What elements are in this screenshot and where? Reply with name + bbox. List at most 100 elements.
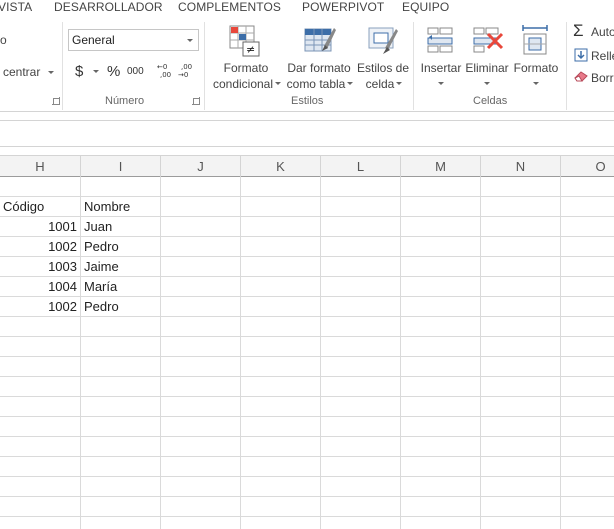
grid-line: [0, 336, 614, 337]
group-separator: [566, 22, 567, 110]
column-header-n[interactable]: N: [481, 156, 561, 177]
chevron-down-icon: [438, 82, 444, 85]
delete-cells-icon[interactable]: [472, 26, 504, 54]
currency-format-button[interactable]: $: [75, 63, 83, 80]
cell-styles-button[interactable]: Estilos de celda: [356, 60, 410, 92]
column-header-m[interactable]: M: [401, 156, 481, 177]
delete-cells-button[interactable]: Eliminar: [463, 60, 511, 92]
grid-line: [0, 376, 614, 377]
clear-label[interactable]: Borr: [591, 71, 614, 85]
number-group-label: Número: [105, 95, 145, 107]
cells-group-label: Celdas: [473, 95, 508, 107]
worksheet-grid: H I J K L M N O Código Nombre 1001 Juan …: [0, 155, 614, 529]
group-separator: [413, 22, 414, 110]
column-header-h[interactable]: H: [0, 156, 81, 177]
group-separator: [204, 22, 205, 110]
svg-text:,00: ,00: [181, 63, 192, 71]
format-cells-icon[interactable]: [519, 24, 551, 56]
thousands-separator-button[interactable]: 000: [127, 66, 144, 77]
cell-nombre[interactable]: María: [81, 277, 160, 297]
cell-nombre[interactable]: Jaime: [81, 257, 160, 277]
insert-cells-button[interactable]: Insertar: [418, 60, 464, 92]
column-header-j[interactable]: J: [161, 156, 241, 177]
grid-line: [0, 396, 614, 397]
format-cells-label: Formato: [513, 61, 559, 75]
group-separator: [62, 22, 63, 110]
percent-format-button[interactable]: %: [107, 63, 120, 80]
tab-desarrollador[interactable]: DESARROLLADOR: [54, 0, 163, 14]
conditional-format-icon[interactable]: ≠: [229, 24, 261, 58]
chevron-down-icon: [275, 82, 282, 85]
currency-dropdown-icon[interactable]: [93, 70, 99, 73]
grid-line: [0, 416, 614, 417]
cell-h-header[interactable]: Código: [0, 197, 80, 217]
tab-complementos[interactable]: COMPLEMENTOS: [178, 0, 281, 14]
cell-styles-label-1: Estilos de: [356, 61, 410, 75]
alignment-launcher-icon[interactable]: [52, 97, 60, 105]
cell-i-header[interactable]: Nombre: [81, 197, 160, 217]
cell-codigo[interactable]: 1003: [0, 257, 80, 277]
number-launcher-icon[interactable]: [192, 97, 200, 105]
chevron-down-icon: [533, 82, 539, 85]
column-header-i[interactable]: I: [81, 156, 161, 177]
styles-group-label: Estilos: [291, 95, 324, 107]
cell-codigo[interactable]: 1001: [0, 217, 80, 237]
column-header-l[interactable]: L: [321, 156, 401, 177]
table-format-icon[interactable]: [304, 24, 336, 58]
column-header-o[interactable]: O: [561, 156, 614, 177]
ribbon: o centrar General $ % 000 ←0 ,00 ,00 →0 …: [0, 16, 614, 112]
cell-codigo[interactable]: 1004: [0, 277, 80, 297]
fill-down-icon[interactable]: [574, 48, 588, 62]
table-format-label-2: como tabla: [286, 77, 346, 91]
svg-text:≠: ≠: [246, 43, 255, 56]
tab-equipo[interactable]: EQUIPO: [402, 0, 449, 14]
grid-line: [0, 496, 614, 497]
format-cells-button[interactable]: Formato: [511, 60, 561, 92]
cell-nombre[interactable]: Juan: [81, 217, 160, 237]
cell-codigo[interactable]: 1002: [0, 297, 80, 317]
cell-nombre[interactable]: Pedro: [81, 297, 160, 317]
grid-line: [0, 456, 614, 457]
autosum-label[interactable]: Auto: [591, 25, 614, 39]
cell-styles-icon[interactable]: [367, 24, 399, 58]
svg-text:←0: ←0: [157, 63, 167, 71]
grid-line: [0, 516, 614, 517]
grid-line: [0, 476, 614, 477]
svg-text:,00: ,00: [160, 71, 171, 78]
decrease-decimal-icon[interactable]: ,00 →0: [178, 62, 196, 78]
column-header-row: H I J K L M N O: [0, 155, 614, 177]
merge-center-label[interactable]: centrar: [3, 65, 40, 79]
conditional-format-label-1: Formato: [223, 61, 269, 75]
insert-cells-icon[interactable]: [426, 26, 456, 54]
conditional-format-label-2: condicional: [212, 77, 274, 91]
conditional-format-button[interactable]: Formato condicional: [210, 60, 282, 92]
eraser-icon[interactable]: [574, 70, 589, 82]
fill-label[interactable]: Relle: [591, 49, 614, 63]
grid-line: [0, 356, 614, 357]
chevron-down-icon: [187, 39, 193, 42]
svg-text:→0: →0: [178, 71, 188, 78]
cell-styles-label-2: celda: [365, 77, 395, 91]
autosum-icon[interactable]: Σ: [573, 21, 584, 41]
increase-decimal-icon[interactable]: ←0 ,00: [157, 62, 175, 78]
tab-powerpivot[interactable]: POWERPIVOT: [302, 0, 384, 14]
chevron-down-icon: [347, 82, 354, 85]
table-format-button[interactable]: Dar formato como tabla: [284, 60, 354, 92]
ribbon-tab-bar: VISTA DESARROLLADOR COMPLEMENTOS POWERPI…: [0, 0, 614, 16]
chevron-down-icon: [484, 82, 490, 85]
wrap-text-label[interactable]: o: [0, 33, 7, 47]
cell-area[interactable]: Código Nombre 1001 Juan 1002 Pedro 1003 …: [0, 177, 614, 529]
column-header-k[interactable]: K: [241, 156, 321, 177]
merge-center-dropdown-icon[interactable]: [48, 71, 54, 74]
tab-vista[interactable]: VISTA: [0, 0, 32, 14]
delete-cells-label: Eliminar: [465, 61, 509, 75]
number-format-select[interactable]: General: [68, 29, 199, 51]
grid-line: [0, 436, 614, 437]
insert-cells-label: Insertar: [420, 61, 462, 75]
cell-nombre[interactable]: Pedro: [81, 237, 160, 257]
table-format-label-1: Dar formato: [287, 61, 351, 75]
chevron-down-icon: [396, 82, 403, 85]
number-format-value: General: [72, 33, 115, 47]
formula-bar[interactable]: [0, 120, 614, 147]
cell-codigo[interactable]: 1002: [0, 237, 80, 257]
